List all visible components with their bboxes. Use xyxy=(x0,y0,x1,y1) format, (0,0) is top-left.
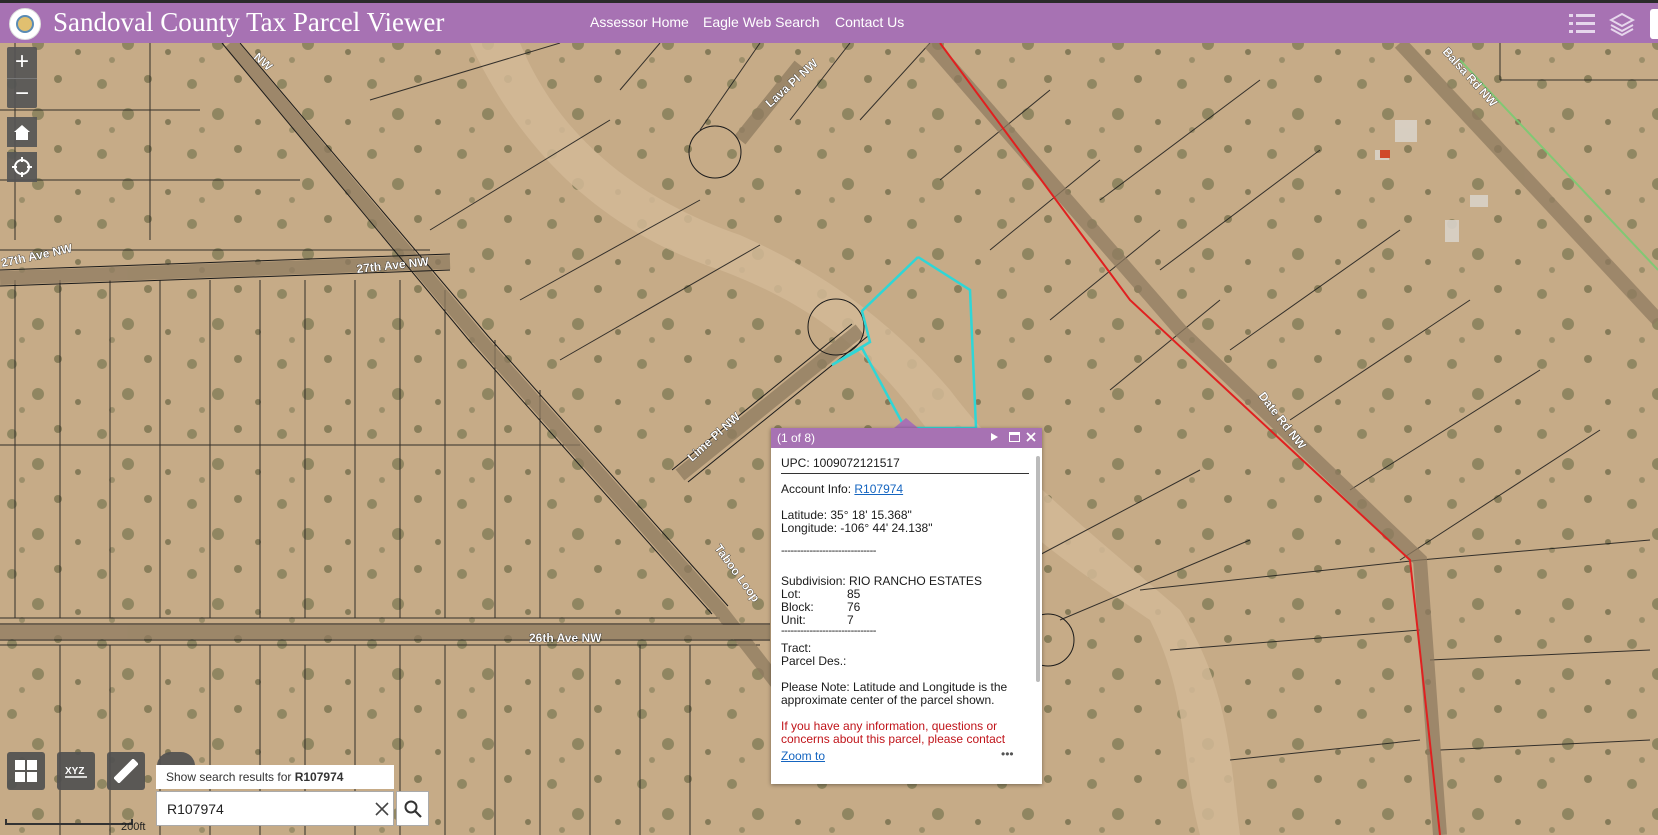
home-icon xyxy=(14,125,30,140)
latitude-text: Latitude: 35° 18' 15.368" xyxy=(781,508,912,522)
zoom-out-button[interactable]: − xyxy=(7,78,37,109)
legend-list-icon[interactable] xyxy=(1569,13,1595,35)
panel-toggle-button[interactable] xyxy=(1650,9,1658,39)
basemap-gallery-button[interactable] xyxy=(7,752,45,790)
home-button[interactable] xyxy=(7,117,37,147)
zoom-in-button[interactable]: + xyxy=(7,47,37,77)
nav-eagle-web-search[interactable]: Eagle Web Search xyxy=(703,14,819,30)
account-link[interactable]: R107974 xyxy=(854,482,903,496)
search-widget-button[interactable] xyxy=(157,752,195,766)
account-label: Account Info: xyxy=(781,482,855,496)
more-options-button[interactable]: ••• xyxy=(1001,747,1014,761)
search-suggestion[interactable]: Show search results for R107974 xyxy=(156,765,394,789)
scale-bar xyxy=(5,819,133,825)
grid-icon xyxy=(15,760,37,782)
next-feature-button[interactable] xyxy=(987,430,1001,446)
nav-contact-us[interactable]: Contact Us xyxy=(835,14,904,30)
contact-warning: If you have any information, questions o… xyxy=(781,719,998,733)
divider-line xyxy=(781,473,1029,474)
maximize-button[interactable] xyxy=(1007,430,1021,446)
search-input[interactable] xyxy=(167,799,347,819)
block-value: 76 xyxy=(847,600,861,614)
parcel-des-label: Parcel Des.: xyxy=(781,654,847,668)
play-icon xyxy=(991,433,998,441)
suggestion-term: R107974 xyxy=(294,770,344,784)
note-text: approximate center of the parcel shown. xyxy=(781,693,995,707)
search-box xyxy=(156,791,394,826)
layers-icon[interactable] xyxy=(1609,12,1635,36)
measure-button[interactable] xyxy=(107,752,145,790)
maximize-icon xyxy=(1008,432,1020,442)
zoom-to-link[interactable]: Zoom to xyxy=(781,749,825,763)
locate-icon xyxy=(12,157,32,177)
xyz-icon: XYZ xyxy=(65,766,87,778)
page-title: Sandoval County Tax Parcel Viewer xyxy=(53,7,445,37)
divider-text: ------------------------------ xyxy=(781,545,876,557)
popup-count: (1 of 8) xyxy=(777,431,816,445)
longitude-text: Longitude: -106° 44' 24.138" xyxy=(781,521,933,535)
account-info: Account Info: R107974 xyxy=(781,482,903,496)
suggestion-prefix: Show search results for xyxy=(166,770,295,784)
upc-text: UPC: 1009072121517 xyxy=(781,456,900,470)
svg-text:XYZ: XYZ xyxy=(65,766,84,777)
parcel-popup: (1 of 8) UPC: 1009072121517 Account Info… xyxy=(771,428,1042,784)
lot-label: Lot: xyxy=(781,587,802,601)
ruler-icon xyxy=(113,758,139,784)
block-label: Block: xyxy=(781,600,814,614)
road-label: 26th Ave NW xyxy=(529,631,602,645)
divider-text: ------------------------------ xyxy=(781,625,876,637)
contact-warning: concerns about this parcel, please conta… xyxy=(781,732,1006,746)
popup-header: (1 of 8) xyxy=(771,428,1042,448)
locate-button[interactable] xyxy=(7,152,37,182)
app-header: Sandoval County Tax Parcel Viewer Assess… xyxy=(0,0,1658,43)
close-button[interactable] xyxy=(1024,430,1038,446)
block-row: Block: 76 xyxy=(781,600,860,614)
zoom-control: + − xyxy=(7,47,37,108)
coordinate-button[interactable]: XYZ xyxy=(57,752,95,790)
close-icon xyxy=(375,802,389,816)
popup-footer: Zoom to ••• xyxy=(771,746,1042,784)
popup-scrollbar[interactable] xyxy=(1036,456,1040,682)
lot-row: Lot: 85 xyxy=(781,587,860,601)
subdivision-text: Subdivision: RIO RANCHO ESTATES xyxy=(781,574,982,588)
search-icon xyxy=(404,800,422,818)
clear-search-button[interactable] xyxy=(372,798,392,820)
lot-value: 85 xyxy=(847,587,861,601)
nav-assessor-home[interactable]: Assessor Home xyxy=(590,14,689,30)
search-button[interactable] xyxy=(396,791,429,826)
note-text: Please Note: Latitude and Longitude is t… xyxy=(781,680,1008,694)
scale-label: 200ft xyxy=(121,821,146,833)
tract-label: Tract: xyxy=(781,641,812,655)
close-icon xyxy=(1026,432,1036,442)
county-seal-logo[interactable] xyxy=(9,8,41,40)
